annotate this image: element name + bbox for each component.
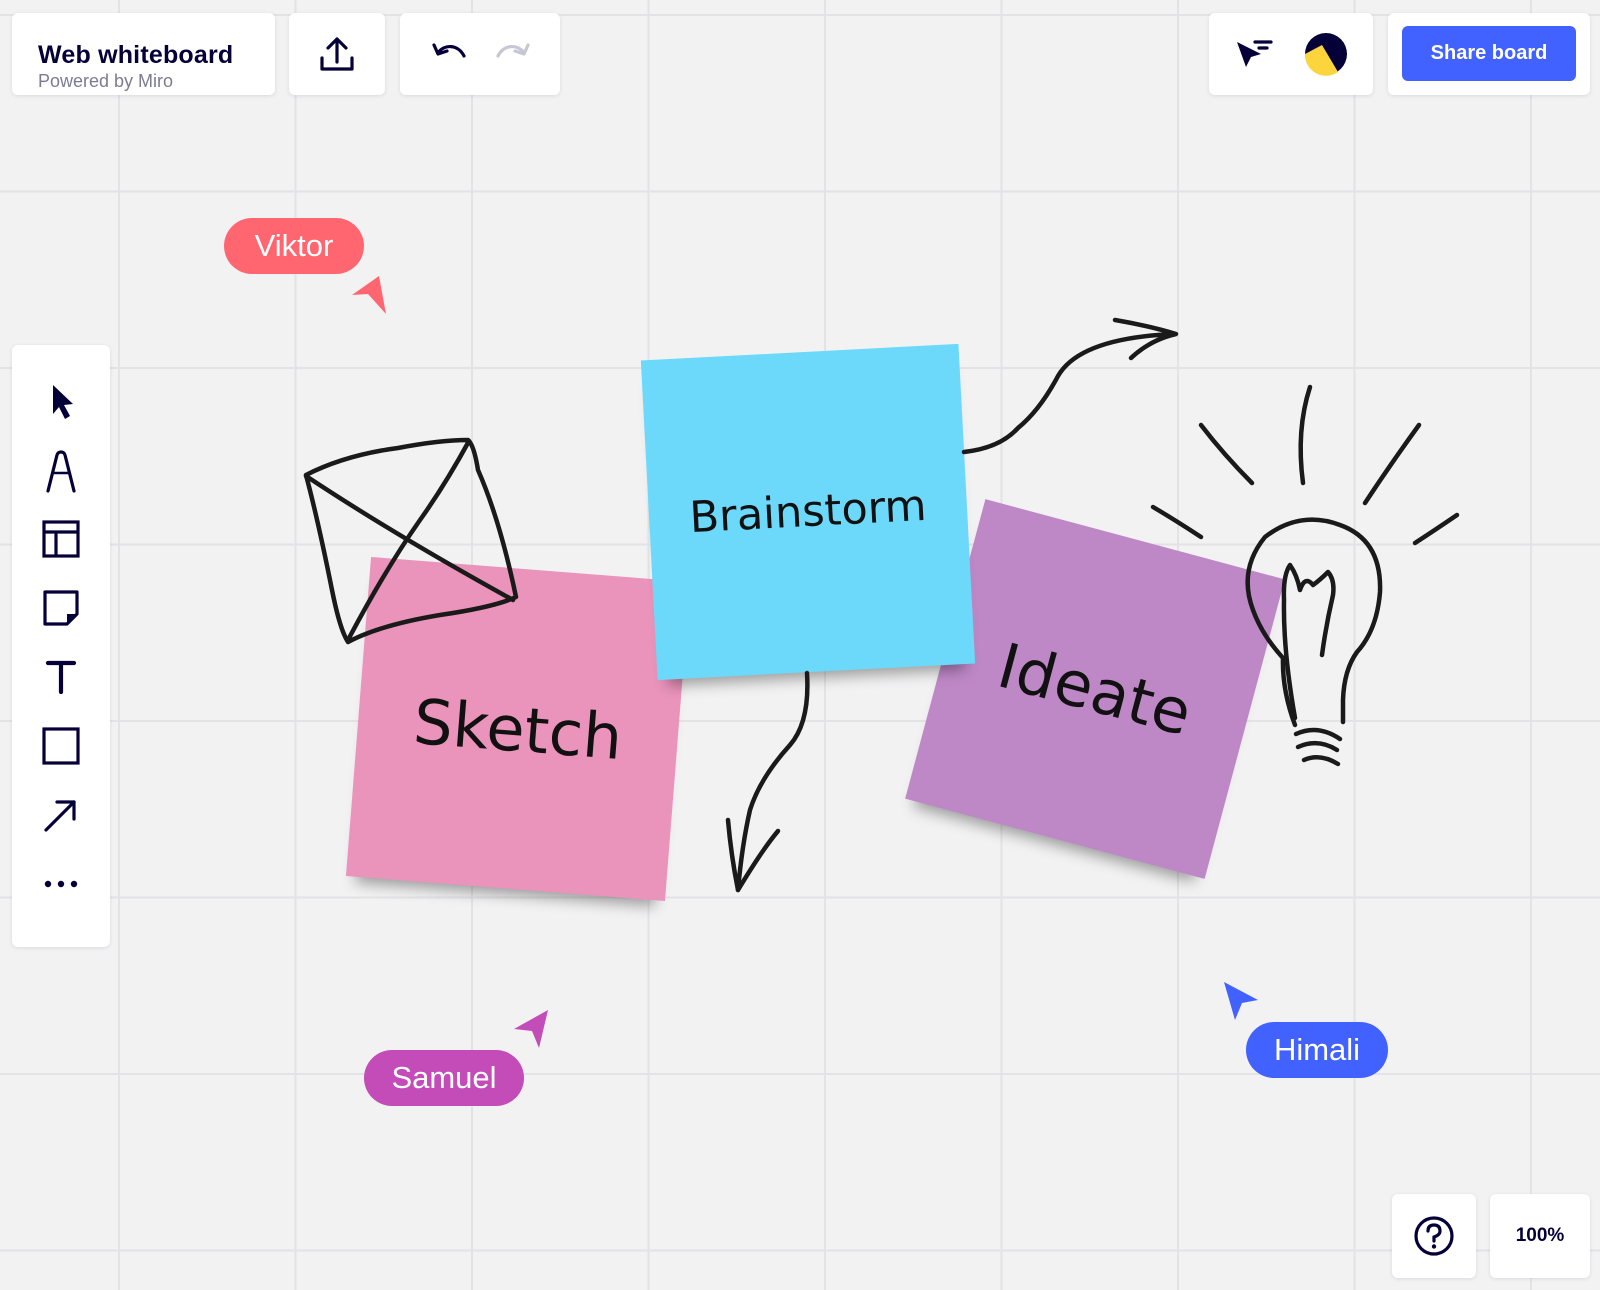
cursor-label-himali: Himali [1246, 1022, 1388, 1078]
help-icon [1414, 1216, 1454, 1256]
cursor-label-viktor: Viktor [224, 218, 364, 274]
lightbulb-doodle[interactable] [1150, 384, 1460, 767]
help-button[interactable] [1392, 1194, 1476, 1278]
drawings-layer [303, 317, 1460, 893]
zoom-level[interactable]: 100% [1490, 1194, 1590, 1278]
zoom-panel: 100% [1490, 1194, 1590, 1278]
curved-arrow-down[interactable] [725, 670, 810, 893]
samuel-cursor-icon [514, 1010, 548, 1048]
curved-arrow-right[interactable] [961, 317, 1179, 455]
viktor-cursor-icon [352, 276, 386, 314]
cursor-label-samuel: Samuel [364, 1050, 524, 1106]
envelope-doodle[interactable] [303, 437, 519, 645]
help-panel [1392, 1194, 1476, 1278]
himali-cursor-icon [1224, 982, 1258, 1020]
